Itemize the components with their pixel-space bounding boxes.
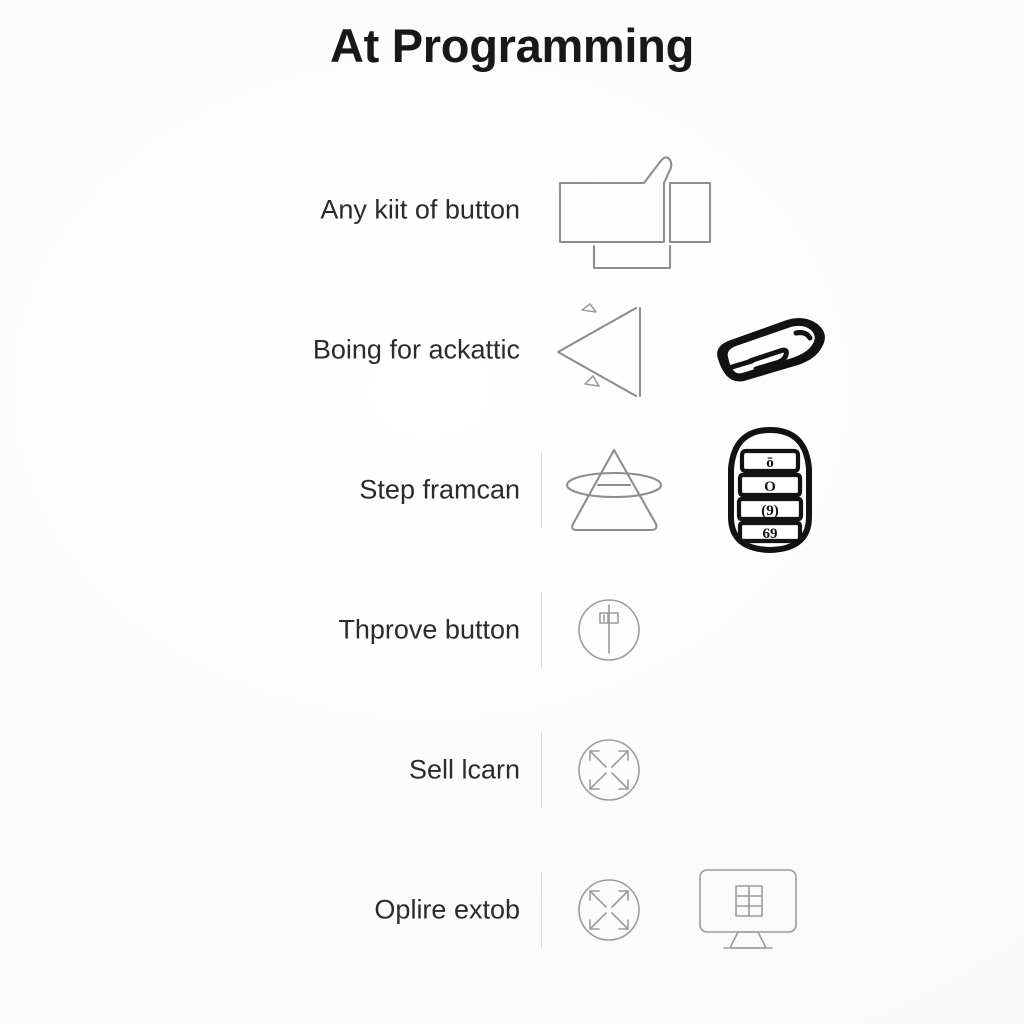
list-item[interactable]: Oplire extob (0, 840, 1024, 980)
key-fob-four-button-icon: ō O (9) 69 (728, 427, 812, 553)
list-item-icons (552, 285, 834, 415)
monitor-document-icon (699, 869, 797, 949)
row-divider (541, 872, 542, 948)
poster-canvas: At Programming Any kiit of button Boing … (0, 0, 1024, 1024)
page-title: At Programming (330, 19, 694, 72)
row-divider (541, 452, 542, 528)
fob-button-glyph-1: ō (766, 455, 774, 471)
list-item-label: Boing for ackattic (312, 334, 520, 365)
row-divider (541, 592, 542, 668)
list-item[interactable]: Any kiit of button (0, 140, 1024, 280)
list-item-label: Step framcan (359, 474, 520, 505)
list-item[interactable]: Boing for ackattic (0, 280, 1024, 420)
fob-button-glyph-2: O (764, 479, 776, 495)
circle-signpost-icon (578, 599, 640, 661)
list-item-label: Oplire extob (374, 894, 520, 925)
list-item-icons (552, 845, 800, 975)
thumb-block-outline-icon (558, 156, 712, 270)
list-item-label: Sell lcarn (408, 754, 520, 785)
list-item-label: Thprove button (338, 614, 520, 645)
list-item[interactable]: Step framcan ō O (9) 69 (0, 420, 1024, 560)
left-triangle-outline-icon (556, 303, 642, 398)
list-item-icons (552, 565, 648, 695)
row-divider (541, 732, 542, 808)
list-item[interactable]: Sell lcarn (0, 700, 1024, 840)
list-item-icons (552, 705, 648, 835)
row-list: Any kiit of button Boing for ackattic St… (0, 140, 1024, 980)
circle-four-arrows-icon (578, 879, 640, 941)
fob-button-glyph-3: (9) (761, 503, 779, 519)
list-item-icons (552, 145, 727, 275)
list-item[interactable]: Thprove button (0, 560, 1024, 700)
slim-key-fob-sketch-icon (717, 317, 825, 382)
fob-button-glyph-4: 69 (763, 526, 778, 542)
circle-four-arrows-icon (578, 739, 640, 801)
cone-ellipse-outline-icon (565, 448, 663, 532)
list-item-label: Any kiit of button (320, 194, 520, 225)
list-item-icons: ō O (9) 69 (552, 425, 818, 555)
